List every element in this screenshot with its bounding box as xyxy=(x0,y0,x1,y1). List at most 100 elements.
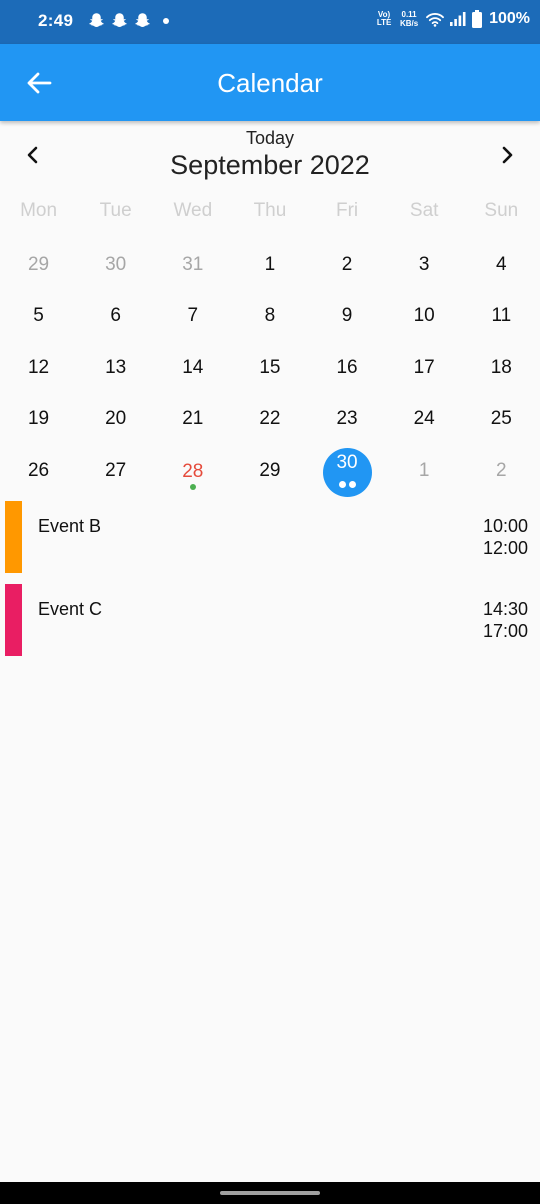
day-cell[interactable]: 18 xyxy=(463,341,540,392)
event-item[interactable]: Event C 14:30 17:00 xyxy=(0,583,540,656)
status-indicators: Vo) LTE 0.11 KB/s 100% xyxy=(376,10,530,28)
day-number: 25 xyxy=(490,408,512,430)
day-cell[interactable]: 4 xyxy=(463,238,540,289)
status-time: 2:49 xyxy=(38,11,74,30)
weekday-header: Mon Tue Wed Thu Fri Sat Sun xyxy=(0,200,540,226)
event-color-bar xyxy=(5,584,22,656)
day-cell[interactable]: 31 xyxy=(154,238,231,289)
day-number: 29 xyxy=(27,254,50,275)
weekday-label: Wed xyxy=(173,200,213,221)
volte-indicator: Vo) LTE xyxy=(376,11,392,27)
day-cell[interactable]: 6 xyxy=(77,289,154,340)
day-cell[interactable]: 2 xyxy=(309,238,386,289)
snapchat-icon xyxy=(89,13,104,27)
day-cell[interactable]: 11 xyxy=(463,289,540,340)
dot-icon xyxy=(163,17,169,24)
battery-percent: 100% xyxy=(489,10,530,27)
battery-icon xyxy=(472,10,483,28)
month-title: September 2022 xyxy=(170,150,370,180)
day-number: 2 xyxy=(496,459,507,481)
day-cell[interactable]: 24 xyxy=(386,392,463,443)
day-number: 6 xyxy=(110,305,121,327)
network-speed-unit: KB/s xyxy=(399,19,419,28)
event-marker-dot xyxy=(348,480,356,488)
page-title: Calendar xyxy=(217,68,323,98)
day-cell[interactable]: 21 xyxy=(154,392,231,443)
day-number: 26 xyxy=(27,459,50,481)
day-number: 1 xyxy=(264,254,276,275)
day-cell[interactable]: 9 xyxy=(309,289,386,340)
event-end-time: 17:00 xyxy=(482,621,528,641)
day-number: 19 xyxy=(27,408,50,430)
day-cell[interactable]: 1 xyxy=(231,238,308,289)
day-cell[interactable]: 5 xyxy=(0,289,77,340)
day-number: 17 xyxy=(413,356,435,378)
day-number: 4 xyxy=(496,254,507,275)
day-number: 14 xyxy=(182,356,204,378)
day-number: 24 xyxy=(413,408,435,430)
day-cell[interactable]: 20 xyxy=(77,392,154,443)
day-number: 29 xyxy=(259,459,281,481)
day-cell[interactable]: 3 xyxy=(386,238,463,289)
events-list: Event B 10:00 12:00 Event C 14:30 17:00 xyxy=(0,500,540,666)
day-cell[interactable]: 10 xyxy=(386,289,463,340)
day-cell[interactable]: 23 xyxy=(309,392,386,443)
calendar-header: Today September 2022 xyxy=(0,121,540,191)
home-gesture-handle[interactable] xyxy=(220,1191,320,1195)
day-number: 3 xyxy=(418,254,430,275)
day-number: 31 xyxy=(182,254,204,275)
day-number: 27 xyxy=(105,459,127,481)
day-cell[interactable]: 29 xyxy=(0,238,77,289)
day-number: 30 xyxy=(336,451,358,473)
weekday-label: Fri xyxy=(335,200,359,221)
day-cell[interactable]: 19 xyxy=(0,392,77,443)
next-month-button[interactable] xyxy=(493,141,521,169)
day-cell[interactable]: 14 xyxy=(154,341,231,392)
day-cell[interactable]: 22 xyxy=(231,392,308,443)
day-number: 12 xyxy=(27,356,50,378)
day-cell[interactable]: 27 xyxy=(77,444,154,495)
day-number: 21 xyxy=(182,408,204,430)
day-cell-today[interactable]: 28 xyxy=(154,444,231,495)
event-marker-dot xyxy=(338,480,346,488)
event-name: Event B xyxy=(38,516,102,536)
day-cell[interactable]: 29 xyxy=(231,444,308,495)
day-cell[interactable]: 15 xyxy=(231,341,308,392)
day-cell[interactable]: 26 xyxy=(0,444,77,495)
day-cell[interactable]: 2 xyxy=(463,444,540,495)
day-number: 10 xyxy=(413,305,435,327)
event-item[interactable]: Event B 10:00 12:00 xyxy=(0,500,540,573)
network-speed-value: 0.11 xyxy=(401,10,417,19)
calendar-grid: 29 30 31 1 2 3 4 5 6 7 8 9 10 11 12 13 14 15 16 17 18 19 20 21 2… xyxy=(0,238,540,497)
day-number: 20 xyxy=(105,408,127,430)
day-cell[interactable]: 25 xyxy=(463,392,540,443)
week-row: 29 30 31 1 2 3 4 xyxy=(0,238,540,289)
today-button[interactable]: Today xyxy=(0,128,540,149)
week-row: 12 13 14 15 16 17 18 xyxy=(0,341,540,392)
day-cell-selected[interactable]: 30 xyxy=(309,444,386,497)
day-cell[interactable]: 16 xyxy=(309,341,386,392)
day-number: 15 xyxy=(259,356,281,378)
day-number: 11 xyxy=(491,305,512,327)
day-cell[interactable]: 30 xyxy=(77,238,154,289)
day-cell[interactable]: 12 xyxy=(0,341,77,392)
chevron-right-icon xyxy=(502,146,513,164)
weekday-label: Thu xyxy=(253,200,287,221)
day-cell[interactable]: 13 xyxy=(77,341,154,392)
day-cell[interactable]: 17 xyxy=(386,341,463,392)
previous-month-button[interactable] xyxy=(19,141,47,169)
day-number: 30 xyxy=(105,254,127,275)
day-cell[interactable]: 1 xyxy=(386,444,463,495)
snapchat-icon xyxy=(112,13,127,27)
event-markers xyxy=(309,480,386,488)
weekday-label: Sun xyxy=(484,200,519,221)
day-cell[interactable]: 7 xyxy=(154,289,231,340)
event-name: Event C xyxy=(38,599,103,619)
event-marker-dot xyxy=(189,483,196,490)
day-number: 1 xyxy=(418,459,430,481)
day-number: 9 xyxy=(341,305,353,327)
snapchat-icon xyxy=(135,13,150,27)
network-speed: 0.11 KB/s xyxy=(398,10,420,28)
day-cell[interactable]: 8 xyxy=(231,289,308,340)
lte-label: LTE xyxy=(376,18,392,27)
